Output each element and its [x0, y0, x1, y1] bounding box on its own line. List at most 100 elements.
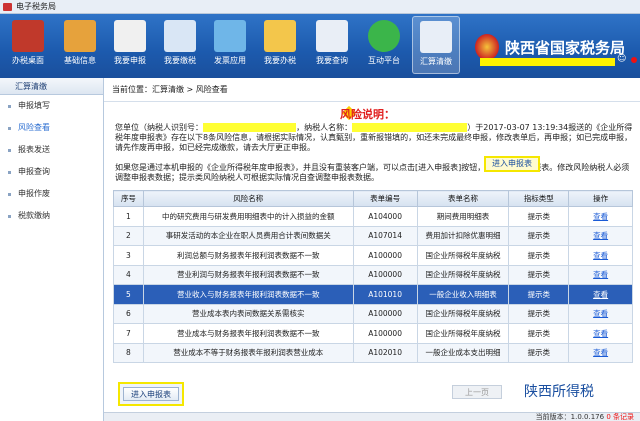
document-icon [164, 20, 196, 52]
table-row[interactable]: 8 营业成本不等于财务报表年报利润表营业成本 A102010 一般企业成本支出明… [113, 342, 633, 363]
view-link[interactable]: 查看 [593, 251, 608, 260]
table-row[interactable]: 2 事研发活动的本企业在职人员费用合计表间数据关 A107014 费用加计扣除优… [113, 225, 633, 246]
redacted-taxpayer-id: XXXXXXXXXXXXXXXXX [203, 123, 297, 132]
enter-report-highlight: 进入申报表 [118, 382, 184, 406]
view-link[interactable]: 查看 [593, 212, 608, 221]
highlight-bar [480, 58, 615, 66]
toolbar-interaction-button[interactable]: 互动平台 [360, 16, 408, 74]
status-extra: 0 条记录 [606, 413, 634, 421]
col-header: 表单编号 [352, 190, 418, 207]
wechat-watermark: 陕西所得税 [520, 378, 640, 406]
toolbar-label: 基础信息 [64, 56, 96, 65]
form-code: A107014 [352, 225, 418, 246]
search-icon [316, 20, 348, 52]
form-name: 国企业所得税年度纳税 [416, 323, 510, 344]
row-number: 8 [113, 342, 144, 363]
watermark-text: 陕西所得税 [524, 384, 594, 400]
row-number: 1 [113, 206, 144, 227]
window-title: 电子税务局 [16, 2, 56, 11]
form-code: A100000 [352, 323, 418, 344]
previous-page-button[interactable]: 上一页 [452, 385, 502, 399]
form-name: 国企业所得税年度纳税 [416, 303, 510, 324]
indicator-type: 提示类 [508, 303, 570, 324]
toolbar-invoice-button[interactable]: 发票应用 [206, 16, 254, 74]
app-logo-icon [3, 3, 12, 11]
notice-text-b: ，纳税人名称： [296, 123, 353, 132]
risk-notice-title: 风险说明： [340, 108, 395, 121]
form-name: 期间费用明细表 [416, 206, 510, 227]
form-code: A100000 [352, 264, 418, 285]
enter-report-button[interactable]: 进入申报表 [123, 387, 179, 401]
sidebar-item-risk-view[interactable]: 风险查看 [0, 117, 103, 139]
row-number: 4 [113, 264, 144, 285]
view-link[interactable]: 查看 [593, 329, 608, 338]
sidebar: 汇算清缴 申报填写 风险查看 报表发送 申报查询 申报作废 税款缴纳 [0, 78, 104, 421]
toolbar-label: 我要查询 [316, 56, 348, 65]
toolbar-query-button[interactable]: 我要查询 [308, 16, 356, 74]
toolbar-home-button[interactable]: 办税桌面 [4, 16, 52, 74]
sidebar-item-declaration-void[interactable]: 申报作废 [0, 183, 103, 205]
table-row[interactable]: 4 营业利润与财务报表年报利润表数据不一致 A100000 国企业所得税年度纳税… [113, 264, 633, 285]
toolbar-settlement-button[interactable]: 汇算清缴 [412, 16, 460, 74]
form-code: A100000 [352, 303, 418, 324]
col-header: 指标类型 [508, 190, 570, 207]
chart-icon [64, 20, 96, 52]
breadcrumb: 当前位置：汇算清缴 > 风险查看 [104, 78, 640, 102]
sidebar-item-send-report[interactable]: 报表发送 [0, 139, 103, 161]
user-icon[interactable]: ☺ [617, 54, 629, 66]
form-icon [264, 20, 296, 52]
window-titlebar: 电子税务局 [0, 0, 640, 14]
toolbar-pay-tax-button[interactable]: 我要缴税 [156, 16, 204, 74]
toolbar-label: 我要申报 [114, 56, 146, 65]
invoice-icon [214, 20, 246, 52]
view-link[interactable]: 查看 [593, 309, 608, 318]
table-row-selected[interactable]: 5 营业收入与财务报表年报利润表数据不一致 A101010 一般企业收入明细表 … [113, 284, 633, 305]
indicator-type: 提示类 [508, 323, 570, 344]
form-code: A104000 [352, 206, 418, 227]
table-row[interactable]: 1 中的研究费用与研发费用明细表中的计入损益的金额 A104000 期间费用明细… [113, 206, 633, 227]
form-name: 国企业所得税年度纳税 [416, 264, 510, 285]
toolbar-label: 汇算清缴 [420, 57, 452, 66]
risk-name: 事研发活动的本企业在职人员费用合计表间数据关 [142, 225, 354, 246]
risk-name: 营业利润与财务报表年报利润表数据不一致 [142, 264, 354, 285]
sidebar-item-tax-payment[interactable]: 税款缴纳 [0, 205, 103, 227]
toolbar-label: 办税桌面 [12, 56, 44, 65]
table-row[interactable]: 7 营业成本与财务报表年报利润表数据不一致 A100000 国企业所得税年度纳税… [113, 323, 633, 344]
risk-name: 利润总额与财务报表年报利润表数据不一致 [142, 245, 354, 266]
indicator-type: 提示类 [508, 264, 570, 285]
form-code: A102010 [352, 342, 418, 363]
form-name: 费用加计扣除优惠明细 [416, 225, 510, 246]
row-number: 3 [113, 245, 144, 266]
sidebar-item-fill-declaration[interactable]: 申报填写 [0, 95, 103, 117]
building-icon [420, 21, 452, 53]
row-number: 2 [113, 225, 144, 246]
exit-icon[interactable] [631, 57, 637, 63]
view-link[interactable]: 查看 [593, 231, 608, 240]
national-emblem-icon [475, 34, 499, 60]
indicator-type: 提示类 [508, 284, 570, 305]
house-icon [12, 20, 44, 52]
sidebar-header: 汇算清缴 [0, 78, 103, 95]
toolbar-handle-tax-button[interactable]: 我要办税 [256, 16, 304, 74]
toolbar-basic-info-button[interactable]: 基础信息 [56, 16, 104, 74]
view-link[interactable]: 查看 [593, 270, 608, 279]
view-link[interactable]: 查看 [593, 348, 608, 357]
table-row[interactable]: 6 营业成本表内表间数据关系需核实 A100000 国企业所得税年度纳税 提示类… [113, 303, 633, 324]
indicator-type: 提示类 [508, 225, 570, 246]
col-header: 序号 [113, 190, 144, 207]
risk-name: 营业收入与财务报表年报利润表数据不一致 [142, 284, 354, 305]
form-name: 一般企业成本支出明细 [416, 342, 510, 363]
view-link[interactable]: 查看 [593, 290, 608, 299]
enter-report-link-top[interactable]: 进入申报表 [484, 156, 540, 172]
col-header: 操作 [568, 190, 633, 207]
table-row[interactable]: 3 利润总额与财务报表年报利润表数据不一致 A100000 国企业所得税年度纳税… [113, 245, 633, 266]
risk-notice-paragraph: 您单位（纳税人识别号：XXXXXXXXXXXXXXXXX，纳税人名称：XXXXX… [115, 123, 635, 153]
sidebar-item-declaration-query[interactable]: 申报查询 [0, 161, 103, 183]
refresh-icon [368, 20, 400, 52]
row-number: 7 [113, 323, 144, 344]
row-number: 5 [113, 284, 144, 305]
form-name: 国企业所得税年度纳税 [416, 245, 510, 266]
toolbar-declare-button[interactable]: 我要申报 [106, 16, 154, 74]
toolbar-label: 发票应用 [214, 56, 246, 65]
risk-name: 营业成本不等于财务报表年报利润表营业成本 [142, 342, 354, 363]
